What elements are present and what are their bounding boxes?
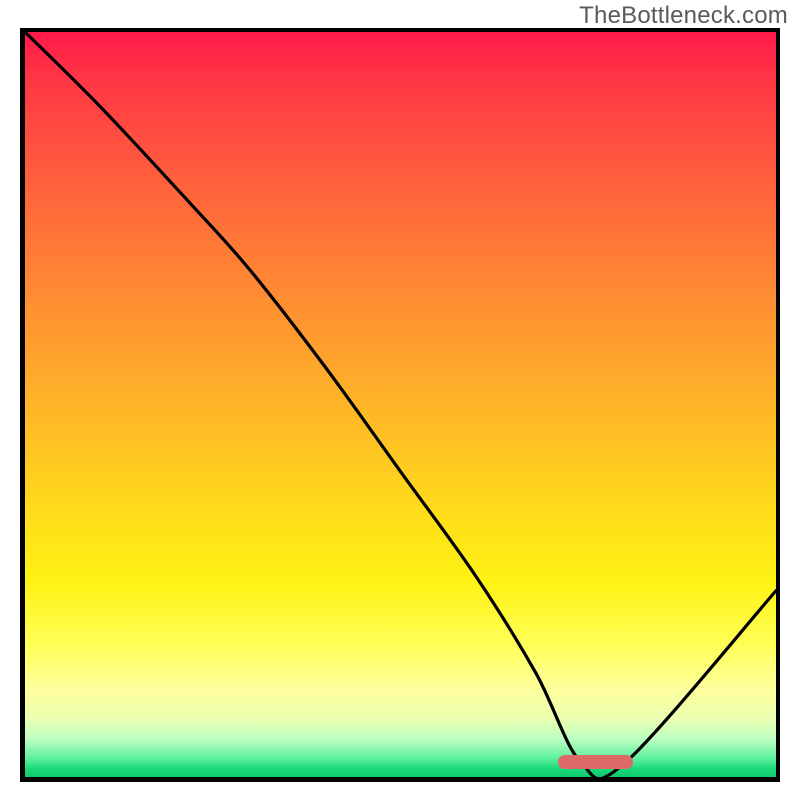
- watermark-text: TheBottleneck.com: [579, 2, 788, 30]
- chart-frame: TheBottleneck.com: [0, 0, 800, 800]
- plot-border: [20, 28, 780, 782]
